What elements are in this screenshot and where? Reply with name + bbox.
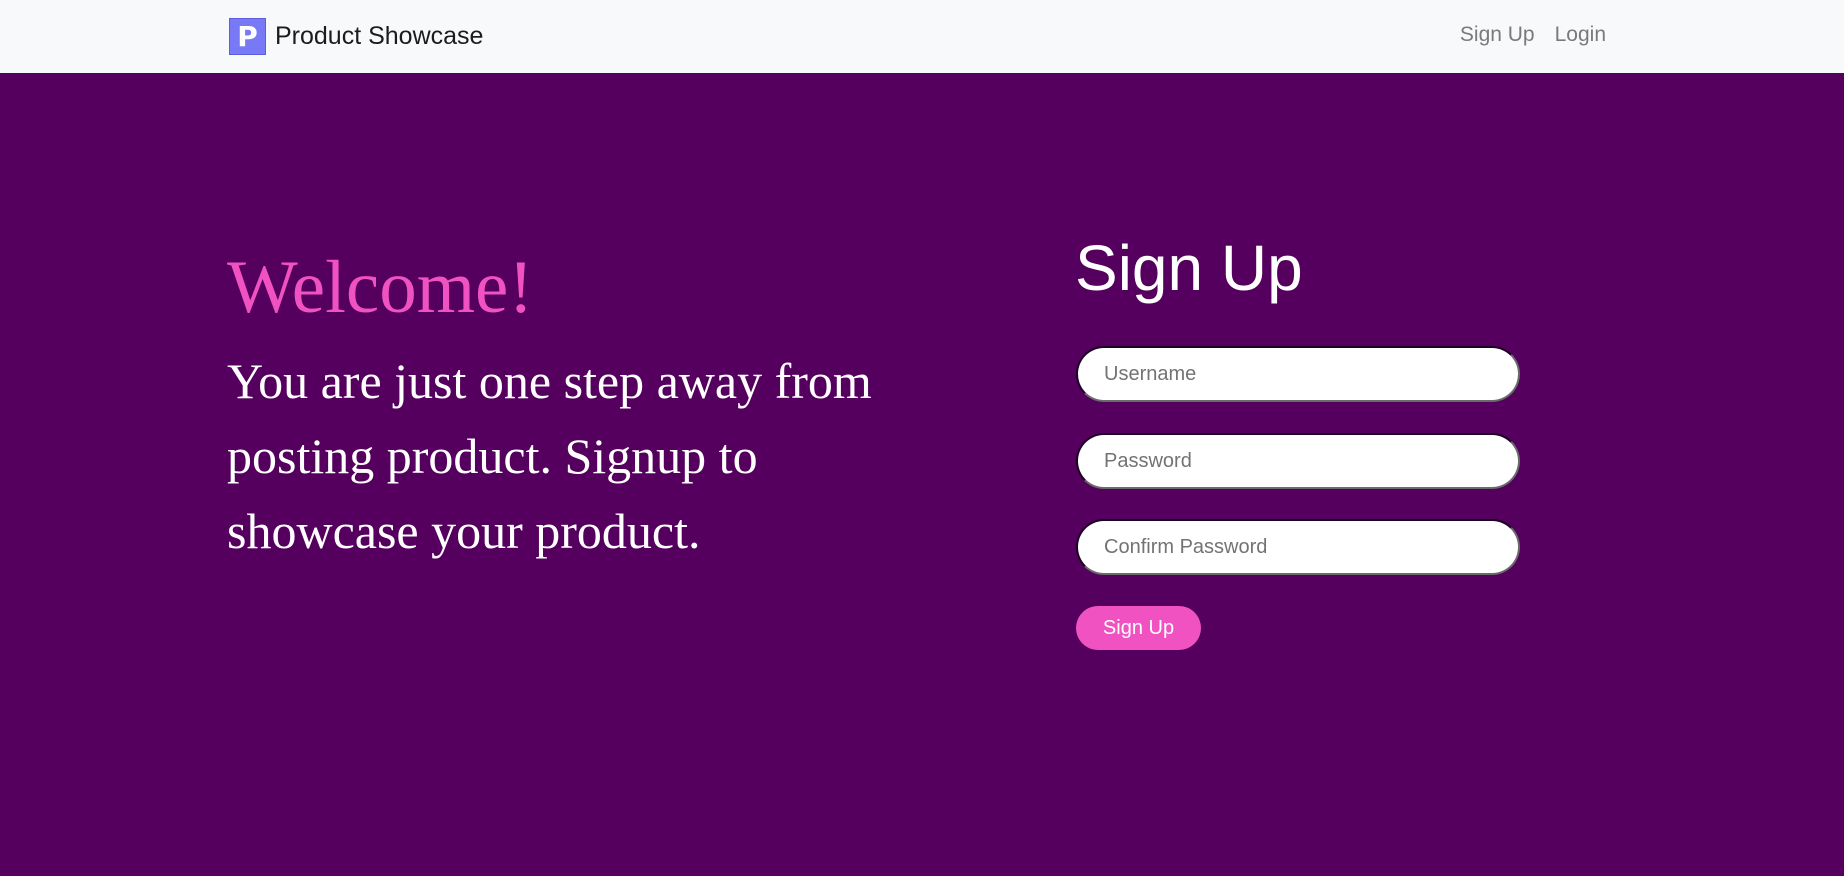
sign-up-button[interactable]: Sign Up: [1076, 606, 1201, 650]
confirm-password-input[interactable]: [1076, 519, 1520, 575]
password-input[interactable]: [1076, 433, 1520, 489]
nav-links: Sign Up Login: [1460, 23, 1606, 47]
nav-link-login[interactable]: Login: [1555, 23, 1606, 47]
brand-link[interactable]: P Product Showcase: [229, 17, 483, 55]
nav-link-sign-up[interactable]: Sign Up: [1460, 23, 1535, 47]
p-logo-icon: P: [229, 17, 266, 55]
welcome-title: Welcome!: [227, 246, 534, 329]
signup-title: Sign Up: [1075, 232, 1303, 304]
username-input[interactable]: [1076, 346, 1520, 402]
welcome-text: You are just one step away from posting …: [227, 353, 872, 559]
navbar: P Product Showcase Sign Up Login: [0, 0, 1844, 73]
brand-name: Product Showcase: [275, 21, 484, 50]
